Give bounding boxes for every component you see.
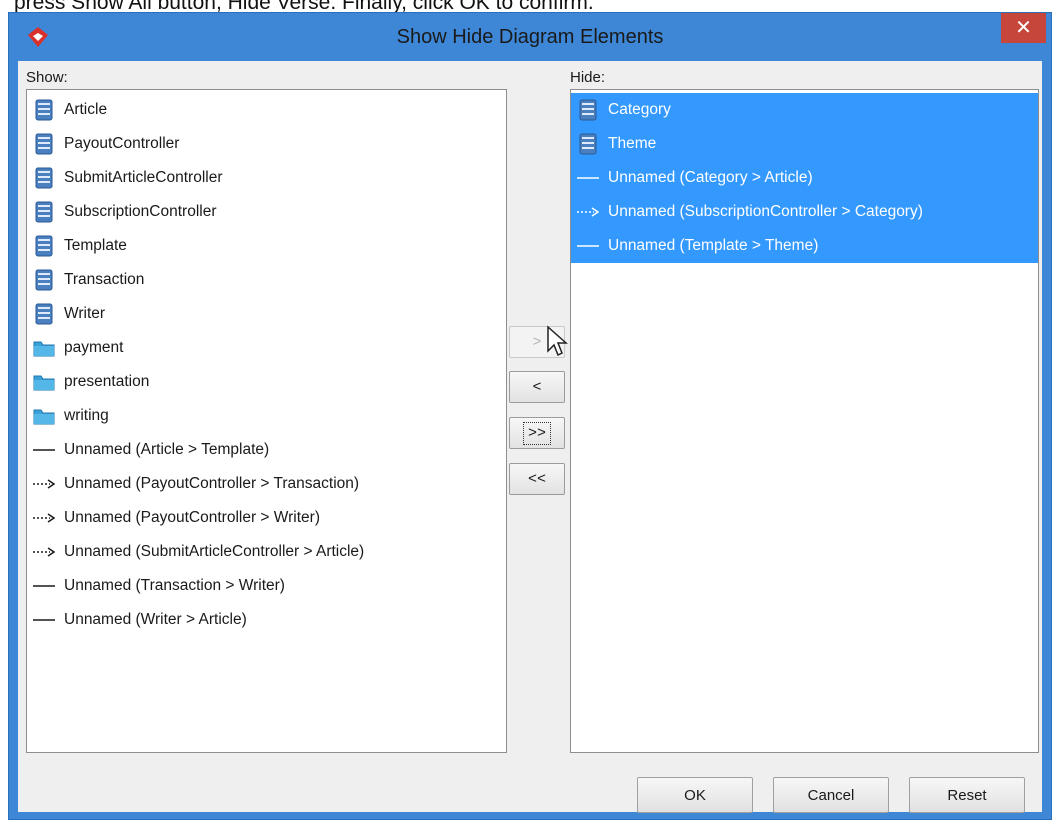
dependency-icon <box>577 207 599 217</box>
class-icon <box>35 235 53 257</box>
show-item-label: payment <box>64 339 124 356</box>
close-button[interactable]: ✕ <box>1001 13 1046 43</box>
dialog-content: Show: Article PayoutController SubmitArtic… <box>18 61 1042 813</box>
show-item[interactable]: Unnamed (Article > Template) <box>27 433 506 467</box>
class-icon <box>579 133 597 155</box>
show-item-label: SubscriptionController <box>64 203 217 220</box>
dependency-icon <box>33 513 55 523</box>
show-item[interactable]: Transaction <box>27 263 506 297</box>
hide-item[interactable]: Theme <box>571 127 1038 161</box>
show-item-label: Unnamed (PayoutController > Writer) <box>64 509 320 526</box>
show-item[interactable]: Article <box>27 93 506 127</box>
cancel-button[interactable]: Cancel <box>773 777 889 813</box>
show-item[interactable]: Unnamed (Transaction > Writer) <box>27 569 506 603</box>
class-icon <box>35 269 53 291</box>
hide-item[interactable]: Unnamed (Category > Article) <box>571 161 1038 195</box>
hide-item[interactable]: Unnamed (Template > Theme) <box>571 229 1038 263</box>
show-item[interactable]: writing <box>27 399 506 433</box>
show-item[interactable]: presentation <box>27 365 506 399</box>
move-all-to-show-button[interactable]: << <box>509 463 565 495</box>
show-hide-dialog: Show Hide Diagram Elements ✕ Show: Artic… <box>8 12 1052 820</box>
class-icon <box>35 167 53 189</box>
ok-button[interactable]: OK <box>637 777 753 813</box>
hide-list-label: Hide: <box>570 69 606 86</box>
class-icon <box>579 99 597 121</box>
show-item-label: presentation <box>64 373 150 390</box>
hide-item[interactable]: Unnamed (SubscriptionController > Catego… <box>571 195 1038 229</box>
dependency-icon <box>33 547 55 557</box>
class-icon <box>35 133 53 155</box>
class-icon <box>35 201 53 223</box>
mouse-cursor-icon <box>547 325 568 357</box>
show-item-label: SubmitArticleController <box>64 169 223 186</box>
class-icon <box>35 99 53 121</box>
show-item-label: Article <box>64 101 108 118</box>
hide-item-label: Category <box>608 101 671 118</box>
association-icon <box>577 177 599 179</box>
title-bar[interactable]: Show Hide Diagram Elements ✕ <box>9 13 1051 61</box>
show-item[interactable]: SubscriptionController <box>27 195 506 229</box>
association-icon <box>33 449 55 451</box>
package-icon <box>33 375 55 391</box>
package-icon <box>33 341 55 357</box>
show-item-label: Writer <box>64 305 106 322</box>
hide-item-label: Unnamed (Category > Article) <box>608 169 813 186</box>
package-icon <box>33 409 55 425</box>
hide-item-label: Theme <box>608 135 657 152</box>
association-icon <box>577 245 599 247</box>
show-list-label: Show: <box>26 69 68 86</box>
show-item[interactable]: payment <box>27 331 506 365</box>
hide-item-label: Unnamed (SubscriptionController > Catego… <box>608 203 923 220</box>
show-item[interactable]: Unnamed (PayoutController > Transaction) <box>27 467 506 501</box>
show-item-label: Transaction <box>64 271 145 288</box>
dependency-icon <box>33 479 55 489</box>
hide-item-label: Unnamed (Template > Theme) <box>608 237 819 254</box>
move-all-to-hide-button[interactable]: >> <box>509 417 565 449</box>
show-list[interactable]: Article PayoutController SubmitArticleCont… <box>26 89 507 753</box>
show-item-label: Unnamed (Transaction > Writer) <box>64 577 285 594</box>
show-item-label: PayoutController <box>64 135 180 152</box>
show-item[interactable]: Unnamed (Writer > Article) <box>27 603 506 637</box>
show-item-label: Unnamed (SubmitArticleController > Artic… <box>64 543 365 560</box>
reset-button[interactable]: Reset <box>909 777 1025 813</box>
show-item-label: Unnamed (PayoutController > Transaction) <box>64 475 360 492</box>
class-icon <box>35 303 53 325</box>
association-icon <box>33 585 55 587</box>
hide-list[interactable]: Category Theme Unnamed (Category > Article… <box>570 89 1039 753</box>
show-item-label: Unnamed (Article > Template) <box>64 441 270 458</box>
move-to-show-button[interactable]: < <box>509 371 565 403</box>
show-item[interactable]: SubmitArticleController <box>27 161 506 195</box>
show-item-label: Template <box>64 237 127 254</box>
dialog-title: Show Hide Diagram Elements <box>396 26 664 48</box>
show-item[interactable]: Template <box>27 229 506 263</box>
hide-item[interactable]: Category <box>571 93 1038 127</box>
show-item[interactable]: PayoutController <box>27 127 506 161</box>
show-item-label: Unnamed (Writer > Article) <box>64 611 247 628</box>
show-item[interactable]: Unnamed (PayoutController > Writer) <box>27 501 506 535</box>
association-icon <box>33 619 55 621</box>
show-item[interactable]: Writer <box>27 297 506 331</box>
show-item[interactable]: Unnamed (SubmitArticleController > Artic… <box>27 535 506 569</box>
show-item-label: writing <box>64 407 109 424</box>
